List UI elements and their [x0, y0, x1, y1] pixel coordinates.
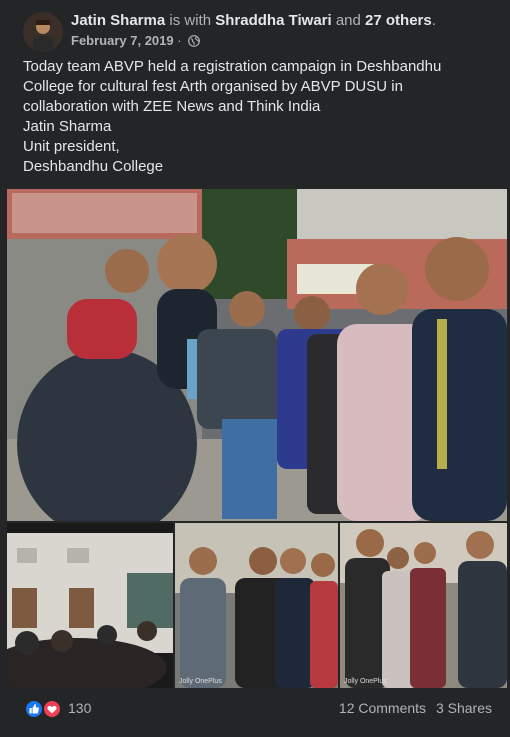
post-text-line: Unit president, — [23, 138, 120, 155]
and-text: and — [335, 12, 361, 29]
comments-link[interactable]: 12 Comments — [339, 700, 426, 716]
tagged-others[interactable]: 27 others — [365, 12, 432, 29]
photo-thumb-group-image — [175, 523, 338, 688]
main-photo-image — [7, 189, 507, 521]
tagged-person[interactable]: Shraddha Tiwari — [215, 12, 331, 29]
like-icon — [24, 699, 44, 719]
post-date[interactable]: February 7, 2019 — [71, 33, 174, 48]
globe-icon[interactable] — [188, 35, 201, 47]
post-text-line: Today team ABVP held a registration camp… — [23, 58, 442, 75]
photo-thumb-classroom-image — [7, 523, 173, 688]
photo-thumb-group[interactable]: Jolly OnePlus — [175, 523, 338, 688]
post-text-line: College for cultural fest Arth organised… — [23, 78, 403, 95]
post-footer: 130 12 Comments 3 Shares — [23, 697, 492, 721]
period-text: . — [431, 12, 436, 29]
post-author-line: Jatin Sharma is with Shraddha Tiwari and… — [71, 12, 436, 29]
post-card: Jatin Sharma is with Shraddha Tiwari and… — [0, 0, 510, 737]
profile-photo — [23, 12, 63, 52]
post-text-line: Deshbandhu College — [23, 158, 164, 175]
watermark-text: Jolly OnePlus — [344, 678, 387, 685]
post-meta: February 7, 2019 · — [71, 33, 201, 48]
shares-link[interactable]: 3 Shares — [436, 700, 492, 716]
with-text: is with — [169, 12, 212, 29]
post-text-line: Jatin Sharma — [23, 118, 112, 135]
avatar[interactable] — [23, 12, 63, 52]
photo-thumb-classroom[interactable] — [7, 523, 173, 688]
reaction-count[interactable]: 130 — [68, 700, 91, 716]
author-name[interactable]: Jatin Sharma — [71, 12, 165, 29]
post-stats: 12 Comments 3 Shares — [339, 700, 492, 716]
main-photo[interactable] — [7, 189, 507, 521]
watermark-text: Jolly OnePlus — [179, 678, 222, 685]
reactions-summary[interactable] — [23, 698, 63, 720]
post-text: Today team ABVP held a registration camp… — [23, 57, 490, 177]
meta-separator: · — [177, 33, 182, 48]
photo-thumb-campaign-image — [340, 523, 507, 688]
love-icon — [42, 699, 62, 719]
photo-thumb-campaign[interactable]: Jolly OnePlus — [340, 523, 507, 688]
post-text-line: collaboration with ZEE News and Think In… — [23, 98, 321, 115]
post-header: Jatin Sharma is with Shraddha Tiwari and… — [23, 11, 500, 55]
